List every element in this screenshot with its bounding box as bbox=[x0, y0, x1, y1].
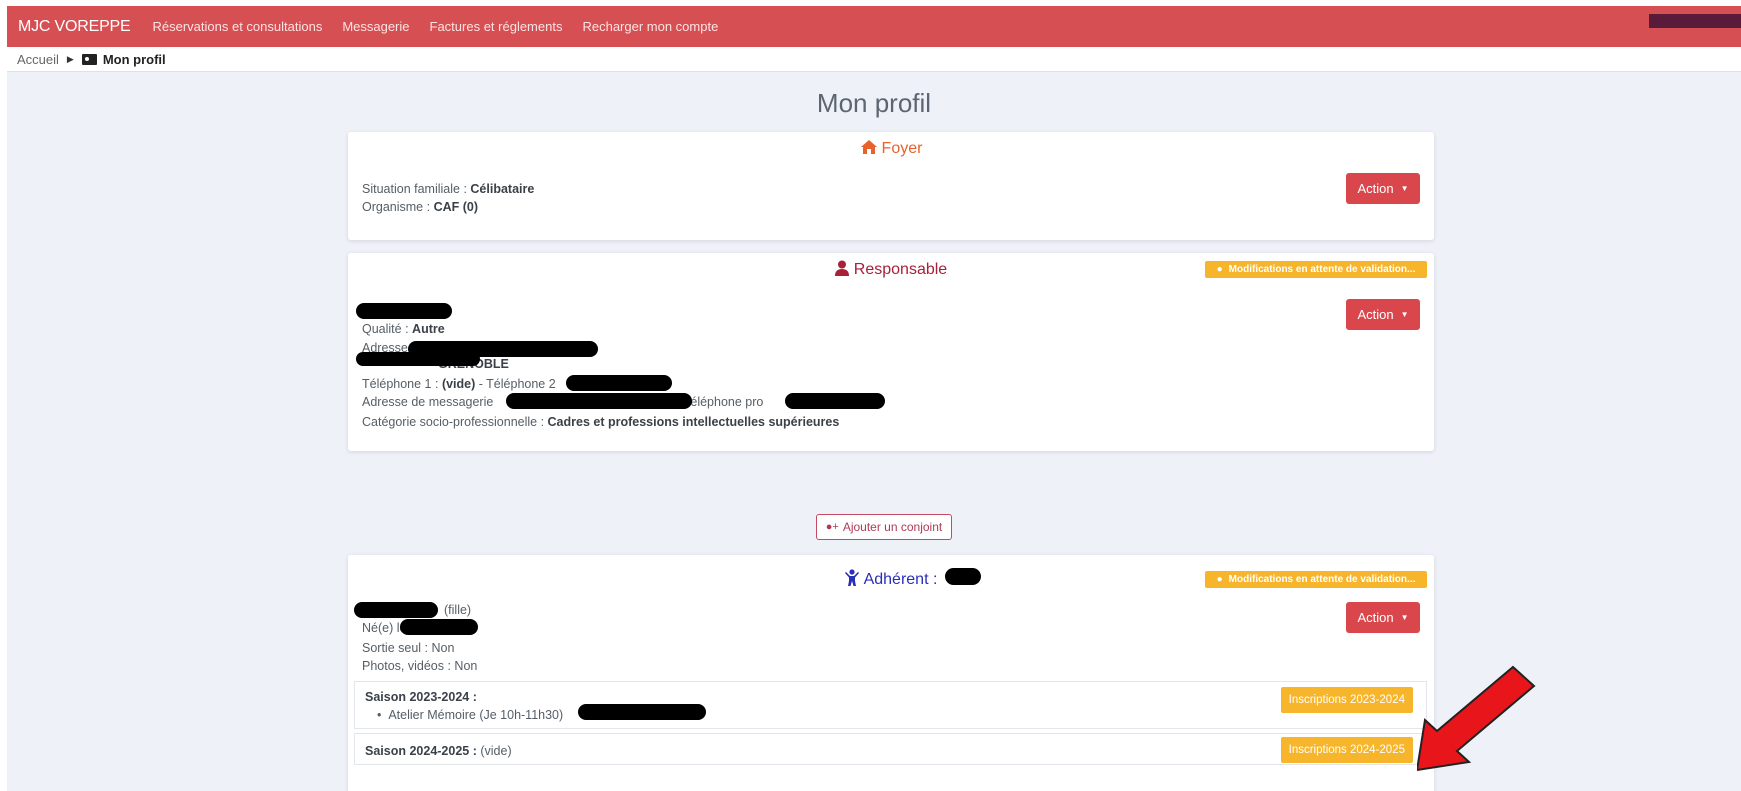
pending-validation-badge: ● Modifications en attente de validation.… bbox=[1205, 571, 1427, 588]
foyer-action-button[interactable]: Action ▼ bbox=[1346, 173, 1420, 204]
organisme-line: Organisme : CAF (0) bbox=[362, 200, 478, 214]
pending-validation-badge: ● Modifications en attente de validation.… bbox=[1205, 261, 1427, 278]
foyer-title-text: Foyer bbox=[881, 140, 923, 157]
redacted-address-2 bbox=[356, 352, 480, 366]
red-arrow-annotation bbox=[1417, 665, 1536, 772]
telephone-line: Téléphone 1 : (vide) - Téléphone 2 bbox=[362, 377, 556, 391]
inscriptions-2024-button[interactable]: Inscriptions 2024-2025 bbox=[1280, 737, 1413, 763]
redacted-phone2 bbox=[566, 375, 672, 391]
csp-label: Catégorie socio-professionnelle : bbox=[362, 415, 545, 429]
add-conjoint-label: Ajouter un conjoint bbox=[842, 520, 943, 534]
qualite-value: Autre bbox=[412, 322, 445, 336]
user-clock-icon: ● bbox=[1216, 574, 1223, 585]
inscriptions-2023-button[interactable]: Inscriptions 2023-2024 bbox=[1280, 687, 1413, 713]
situation-label: Situation familiale : bbox=[362, 182, 467, 196]
caret-down-icon: ▼ bbox=[1400, 613, 1409, 622]
redacted-name bbox=[356, 303, 452, 319]
redacted-user-menu[interactable] bbox=[1649, 14, 1741, 28]
redacted-email bbox=[506, 393, 692, 409]
situation-value: Célibataire bbox=[470, 182, 535, 196]
redacted-birthdate bbox=[400, 619, 478, 635]
brand-link[interactable]: MJC VOREPPE bbox=[18, 18, 131, 36]
season-2023-label-line: Saison 2023-2024 : bbox=[365, 690, 477, 704]
season-2023-label: Saison 2023-2024 : bbox=[365, 690, 477, 704]
photos-line: Photos, vidéos : Non bbox=[362, 659, 478, 673]
adherent-title-text: Adhérent : bbox=[863, 571, 938, 588]
adherent-action-button[interactable]: Action ▼ bbox=[1346, 602, 1420, 633]
page: MJC VOREPPE Réservations et consultation… bbox=[7, 6, 1741, 791]
caret-right-icon: ▶ bbox=[66, 53, 74, 64]
nav-messagerie[interactable]: Messagerie bbox=[342, 19, 409, 34]
id-card-icon bbox=[81, 53, 97, 65]
season-2024-value: (vide) bbox=[480, 744, 512, 758]
organisme-label: Organisme : bbox=[362, 200, 431, 214]
season-2024-label-line: Saison 2024-2025 : (vide) bbox=[365, 744, 512, 758]
tel1-label: Téléphone 1 : bbox=[362, 377, 439, 391]
adherent-action-label: Action bbox=[1357, 610, 1394, 625]
organisme-value: CAF (0) bbox=[433, 200, 479, 214]
breadcrumb-home[interactable]: Accueil bbox=[17, 52, 59, 67]
tel1-value: (vide) bbox=[441, 377, 476, 391]
foyer-card: Foyer Situation familiale : Célibataire … bbox=[348, 132, 1434, 240]
season-2023-box: Saison 2023-2024 : • Atelier Mémoire (Je… bbox=[354, 681, 1427, 729]
user-icon bbox=[834, 260, 849, 276]
tel2-label: - Téléphone 2 bbox=[478, 377, 556, 391]
add-conjoint-button[interactable]: ●+ Ajouter un conjoint bbox=[816, 514, 952, 540]
responsable-title-text: Responsable bbox=[853, 261, 948, 278]
breadcrumb-current: Mon profil bbox=[102, 51, 166, 67]
nav-reservations[interactable]: Réservations et consultations bbox=[153, 19, 323, 34]
caret-down-icon: ▼ bbox=[1400, 310, 1409, 319]
user-plus-icon: ●+ bbox=[825, 521, 839, 533]
season-2023-activity: Atelier Mémoire (Je 10h-11h30) bbox=[388, 708, 564, 722]
breadcrumb: Accueil ▶ Mon profil bbox=[7, 47, 1741, 72]
sortie-line: Sortie seul : Non bbox=[362, 641, 455, 655]
responsable-action-label: Action bbox=[1357, 307, 1394, 322]
season-2024-box: Saison 2024-2025 : (vide) Inscriptions 2… bbox=[354, 733, 1427, 765]
redacted-activity-detail bbox=[578, 704, 706, 720]
csp-value: Cadres et professions intellectuelles su… bbox=[547, 415, 840, 429]
redacted-telpro bbox=[785, 393, 885, 409]
user-clock-icon: ● bbox=[1216, 264, 1223, 275]
home-icon bbox=[860, 140, 877, 154]
page-title: Mon profil bbox=[816, 88, 932, 118]
relation-value: (fille) bbox=[444, 603, 472, 617]
qualite-label: Qualité : bbox=[362, 322, 409, 336]
pending-label: Modifications en attente de validation..… bbox=[1228, 574, 1416, 585]
child-icon bbox=[844, 569, 859, 586]
redacted-adherent-name bbox=[945, 568, 981, 585]
pending-label: Modifications en attente de validation..… bbox=[1228, 264, 1416, 275]
season-2023-item: • Atelier Mémoire (Je 10h-11h30) bbox=[377, 708, 564, 722]
foyer-action-label: Action bbox=[1357, 181, 1394, 196]
foyer-title: Foyer bbox=[348, 139, 1434, 158]
season-2024-label: Saison 2024-2025 : bbox=[365, 744, 477, 758]
relation-line: (fille) bbox=[444, 603, 471, 617]
top-navbar: MJC VOREPPE Réservations et consultation… bbox=[7, 6, 1741, 47]
adherent-card: Adhérent : ● Modifications en attente de … bbox=[348, 555, 1434, 791]
caret-down-icon: ▼ bbox=[1400, 184, 1409, 193]
responsable-action-button[interactable]: Action ▼ bbox=[1346, 299, 1420, 330]
situation-line: Situation familiale : Célibataire bbox=[362, 182, 534, 196]
nav-recharger[interactable]: Recharger mon compte bbox=[582, 19, 718, 34]
csp-line: Catégorie socio-professionnelle : Cadres… bbox=[362, 415, 839, 429]
responsable-card: Responsable ● Modifications en attente de… bbox=[348, 253, 1434, 451]
nav-factures[interactable]: Factures et réglements bbox=[430, 19, 563, 34]
qualite-line: Qualité : Autre bbox=[362, 322, 445, 336]
redacted-child-name bbox=[354, 602, 438, 618]
email-label: Adresse de messagerie bbox=[362, 395, 494, 409]
